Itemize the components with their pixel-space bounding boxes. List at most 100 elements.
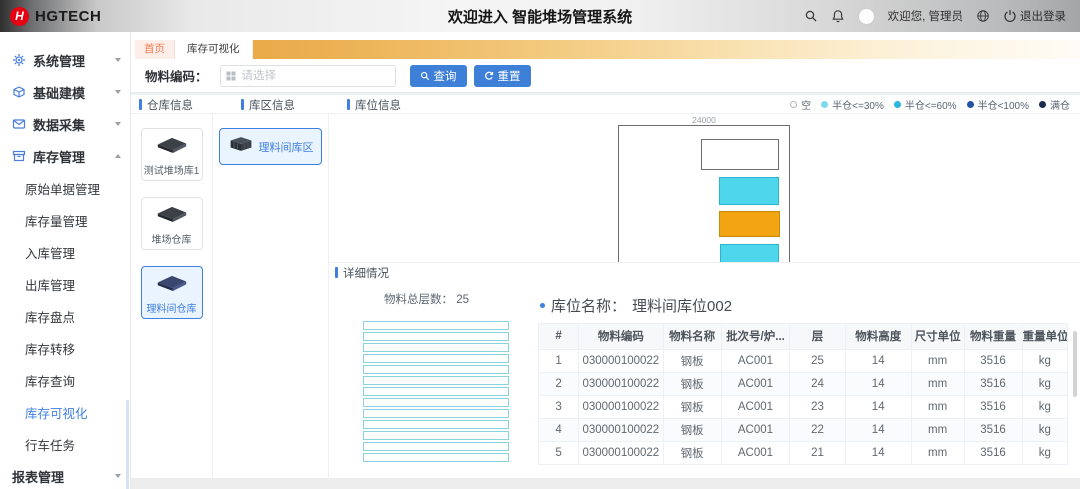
legend-label: 满仓 xyxy=(1050,97,1070,112)
table-cell: 23 xyxy=(790,395,845,418)
sidebar-item-库存量管理[interactable]: 库存量管理 xyxy=(0,204,130,236)
table-cell: kg xyxy=(1022,395,1067,418)
table-cell: AC001 xyxy=(721,372,790,395)
logout-label: 退出登录 xyxy=(1020,8,1066,24)
dimension-label: 24000 xyxy=(618,115,790,125)
table-cell: AC001 xyxy=(721,395,790,418)
table-row[interactable]: 5030000100022钢板AC0012114mm3516kg xyxy=(539,441,1067,464)
table-cell: 4 xyxy=(539,418,579,441)
table-cell: 14 xyxy=(845,441,911,464)
reset-label: 重置 xyxy=(498,68,521,84)
sidebar-item-库存盘点[interactable]: 库存盘点 xyxy=(0,300,130,332)
sidebar-menu: 系统管理基础建模数据采集库存管理原始单据管理库存量管理入库管理出库管理库存盘点库… xyxy=(0,44,130,489)
table-cell: mm xyxy=(911,349,964,372)
warehouse-card-堆场仓库[interactable]: 堆场仓库 xyxy=(141,197,203,250)
layer-row xyxy=(363,398,509,407)
table-cell: AC001 xyxy=(721,418,790,441)
sidebar-item-原始单据管理[interactable]: 原始单据管理 xyxy=(0,172,130,204)
table-cell: kg xyxy=(1022,372,1067,395)
storage-slot-cyan[interactable] xyxy=(719,177,779,205)
area-card-理料间库区[interactable]: 理料间库区 xyxy=(219,128,322,165)
total-layers-label: 物料总层数： xyxy=(384,294,453,306)
table-cell: 14 xyxy=(845,395,911,418)
sidebar-item-label: 库存量管理 xyxy=(25,211,88,230)
warehouse-card-理料间仓库[interactable]: 理料间仓库 xyxy=(141,266,203,319)
user-avatar[interactable] xyxy=(858,8,875,25)
sidebar-item-出库管理[interactable]: 出库管理 xyxy=(0,268,130,300)
sidebar-item-报表管理[interactable]: 报表管理 xyxy=(0,460,130,489)
query-label: 查询 xyxy=(434,68,457,84)
storage-slot-orange[interactable] xyxy=(719,211,780,237)
logout-button[interactable]: 退出登录 xyxy=(1003,8,1066,24)
storage-slot-cyan[interactable] xyxy=(720,244,779,262)
table-cell: 2 xyxy=(539,372,579,395)
legend-item: 空 xyxy=(790,97,811,112)
table-cell: 030000100022 xyxy=(579,441,663,464)
warehouse-name: 堆场仓库 xyxy=(152,231,192,246)
legend-item: 半仓<100% xyxy=(967,97,1029,112)
table-col-header: 物料高度 xyxy=(845,324,911,349)
layer-row xyxy=(363,365,509,374)
legend-item: 半仓<=60% xyxy=(894,97,957,112)
table-row[interactable]: 3030000100022钢板AC0012314mm3516kg xyxy=(539,395,1067,418)
table-cell: 22 xyxy=(790,418,845,441)
table-cell: 14 xyxy=(845,372,911,395)
table-row[interactable]: 4030000100022钢板AC0012214mm3516kg xyxy=(539,418,1067,441)
bell-icon[interactable] xyxy=(831,9,845,23)
storage-slot-empty[interactable] xyxy=(701,139,779,170)
warehouse-card-测试堆场库1[interactable]: 测试堆场库1 xyxy=(141,128,203,181)
area-section-title: 库区信息 xyxy=(241,95,295,114)
reset-button[interactable]: 重置 xyxy=(474,65,531,87)
material-code-field-wrap xyxy=(220,65,396,87)
sidebar-item-基础建模[interactable]: 基础建模 xyxy=(0,76,130,108)
layer-row xyxy=(363,431,509,440)
layer-row xyxy=(363,409,509,418)
query-button[interactable]: 查询 xyxy=(410,65,467,87)
table-cell: 24 xyxy=(790,372,845,395)
sidebar-item-label: 库存管理 xyxy=(33,147,85,166)
legend-dot-icon xyxy=(967,101,974,108)
table-col-header: 物料名称 xyxy=(663,324,721,349)
sidebar-item-label: 系统管理 xyxy=(33,51,85,70)
table-cell: 3516 xyxy=(964,372,1022,395)
tab-库存可视化[interactable]: 库存可视化 xyxy=(175,40,253,59)
location-visualization: 24000 xyxy=(329,114,1080,262)
table-cell: kg xyxy=(1022,418,1067,441)
detail-section: 详细情况 物料总层数： 25 xyxy=(329,262,1080,478)
sidebar-item-数据采集[interactable]: 数据采集 xyxy=(0,108,130,140)
table-cell: kg xyxy=(1022,349,1067,372)
globe-icon[interactable] xyxy=(976,9,990,23)
detail-table-pane: 库位名称： 理料间库位002 #物料编码物料名称批次号/炉...层物料高度尺寸单… xyxy=(524,281,1080,478)
table-row[interactable]: 1030000100022钢板AC0012514mm3516kg xyxy=(539,349,1067,372)
search-icon[interactable] xyxy=(804,9,818,23)
tab-首页[interactable]: 首页 xyxy=(135,40,175,59)
table-cell: mm xyxy=(911,418,964,441)
sidebar-scrollbar[interactable] xyxy=(126,400,129,489)
top-header: H HGTECH 欢迎进入 智能堆场管理系统 欢迎您, 管理员 退出登录 xyxy=(0,0,1080,32)
table-body: 1030000100022钢板AC0012514mm3516kg2 0300001… xyxy=(539,349,1067,464)
table-col-header: 重量单位 xyxy=(1022,324,1067,349)
layer-row xyxy=(363,354,509,363)
sidebar-item-系统管理[interactable]: 系统管理 xyxy=(0,44,130,76)
sidebar-item-label: 基础建模 xyxy=(33,83,85,102)
sidebar-item-label: 数据采集 xyxy=(33,115,85,134)
table-cell: 3516 xyxy=(964,349,1022,372)
location-outline xyxy=(618,125,790,262)
sidebar-item-库存管理[interactable]: 库存管理 xyxy=(0,140,130,172)
grid-icon xyxy=(226,71,236,81)
material-table-wrap: #物料编码物料名称批次号/炉...层物料高度尺寸单位物料重量重量单位 10300… xyxy=(538,323,1068,465)
horizontal-scrollbar[interactable] xyxy=(131,478,1080,489)
table-col-header: 批次号/炉... xyxy=(721,324,790,349)
table-scrollbar[interactable] xyxy=(1073,331,1077,397)
sidebar-item-行车任务[interactable]: 行车任务 xyxy=(0,428,130,460)
sidebar-item-入库管理[interactable]: 入库管理 xyxy=(0,236,130,268)
sidebar-item-库存可视化[interactable]: 库存可视化 xyxy=(0,396,130,428)
sidebar-item-库存转移[interactable]: 库存转移 xyxy=(0,332,130,364)
sidebar-item-库存查询[interactable]: 库存查询 xyxy=(0,364,130,396)
material-code-input[interactable] xyxy=(220,65,396,87)
table-cell: mm xyxy=(911,372,964,395)
table-row[interactable]: 2030000100022钢板AC0012414mm3516kg xyxy=(539,372,1067,395)
legend-dot-icon xyxy=(894,101,901,108)
power-icon xyxy=(1003,9,1017,23)
chevron-down-icon xyxy=(115,122,121,126)
